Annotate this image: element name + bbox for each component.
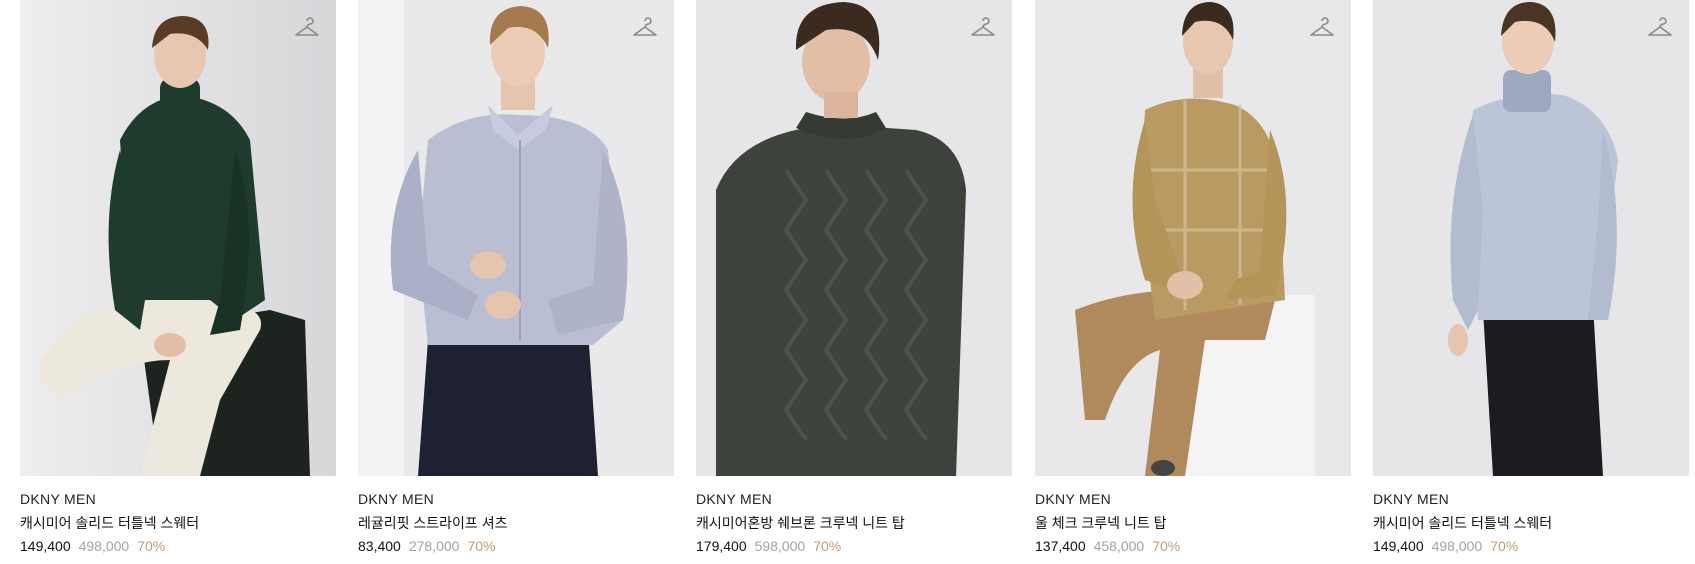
hanger-icon[interactable] [1309,16,1335,42]
product-image[interactable] [20,0,336,476]
discount-rate: 70% [813,538,842,554]
product-name[interactable]: 레귤리핏 스트라이프 셔츠 [358,514,674,532]
hanger-icon[interactable] [970,16,996,42]
original-price: 498,000 [1431,538,1483,554]
price-row: 83,400 278,000 70% [358,537,674,555]
model-photo [20,0,336,476]
model-photo [1035,0,1351,476]
original-price: 498,000 [78,538,130,554]
hanger-icon[interactable] [294,16,320,42]
sale-price: 149,400 [1373,538,1424,554]
discount-rate: 70% [137,538,166,554]
price-row: 137,400 458,000 70% [1035,537,1351,555]
price-row: 179,400 598,000 70% [696,537,1012,555]
product-card[interactable]: DKNY MEN 캐시미어 솔리드 터틀넥 스웨터 149,400 498,000… [1373,0,1689,555]
product-name[interactable]: 캐시미어 솔리드 터틀넥 스웨터 [1373,514,1689,532]
product-image[interactable] [1373,0,1689,476]
product-image[interactable] [1035,0,1351,476]
hanger-icon[interactable] [1647,16,1673,42]
brand-name[interactable]: DKNY MEN [20,490,336,508]
product-grid: DKNY MEN 캐시미어 솔리드 터틀넥 스웨터 149,400 498,000… [0,0,1695,564]
model-photo [696,0,1012,476]
product-name[interactable]: 울 체크 크루넥 니트 탑 [1035,514,1351,532]
brand-name[interactable]: DKNY MEN [696,490,1012,508]
original-price: 458,000 [1093,538,1145,554]
discount-rate: 70% [467,538,496,554]
discount-rate: 70% [1490,538,1519,554]
product-image[interactable] [696,0,1012,476]
model-photo [358,0,674,476]
product-name[interactable]: 캐시미어혼방 쉐브론 크루넥 니트 탑 [696,514,1012,532]
product-card[interactable]: DKNY MEN 캐시미어혼방 쉐브론 크루넥 니트 탑 179,400 598,… [696,0,1012,555]
price-row: 149,400 498,000 70% [1373,537,1689,555]
brand-name[interactable]: DKNY MEN [358,490,674,508]
product-image[interactable] [358,0,674,476]
product-name[interactable]: 캐시미어 솔리드 터틀넥 스웨터 [20,514,336,532]
sale-price: 179,400 [696,538,747,554]
hanger-icon[interactable] [632,16,658,42]
product-card[interactable]: DKNY MEN 울 체크 크루넥 니트 탑 137,400 458,000 70% [1035,0,1351,555]
product-card[interactable]: DKNY MEN 캐시미어 솔리드 터틀넥 스웨터 149,400 498,000… [20,0,336,555]
price-row: 149,400 498,000 70% [20,537,336,555]
sale-price: 149,400 [20,538,71,554]
discount-rate: 70% [1152,538,1181,554]
model-photo [1373,0,1689,476]
brand-name[interactable]: DKNY MEN [1035,490,1351,508]
product-card[interactable]: DKNY MEN 레귤리핏 스트라이프 셔츠 83,400 278,000 70% [358,0,674,555]
brand-name[interactable]: DKNY MEN [1373,490,1689,508]
original-price: 598,000 [754,538,806,554]
sale-price: 137,400 [1035,538,1086,554]
original-price: 278,000 [408,538,460,554]
sale-price: 83,400 [358,538,401,554]
